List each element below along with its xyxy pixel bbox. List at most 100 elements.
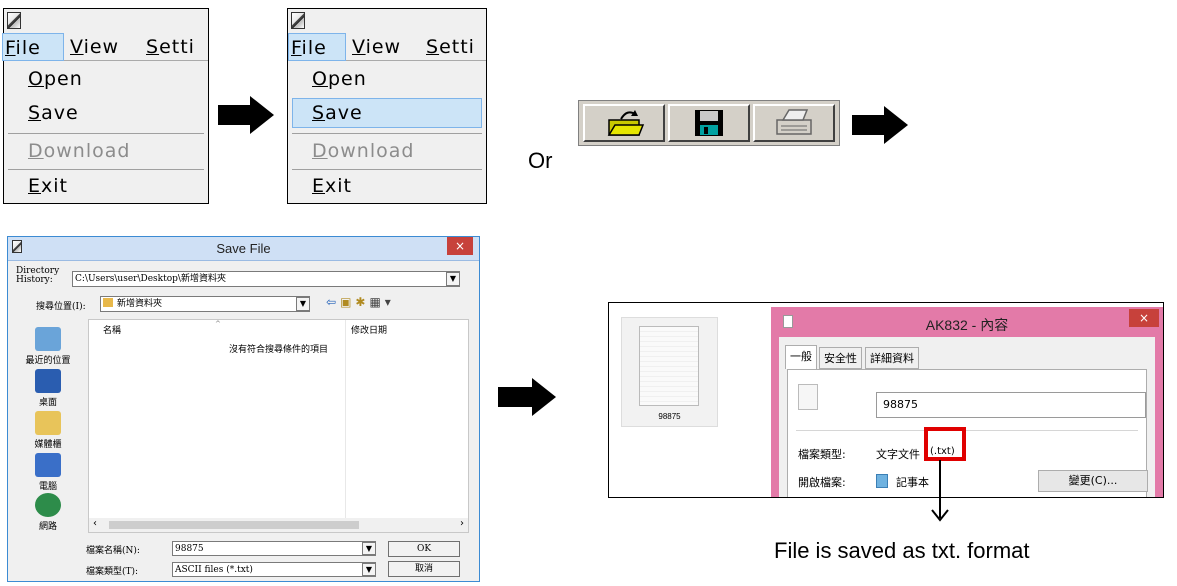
- change-button[interactable]: 變更(C)...: [1038, 470, 1148, 492]
- menu-file[interactable]: File: [288, 33, 346, 61]
- chevron-down-icon[interactable]: ▼: [362, 563, 376, 576]
- down-arrow-icon: [931, 460, 949, 522]
- menu-item-save[interactable]: Save: [312, 102, 363, 124]
- general-tab-panel: 98875 檔案類型: 文字文件 (.txt) 開啟檔案: 記事本 變更(C).…: [787, 369, 1148, 497]
- sort-indicator-icon: ^: [215, 320, 221, 328]
- menu-separator: [8, 133, 204, 134]
- scroll-right-icon[interactable]: ›: [460, 518, 464, 529]
- properties-window: AK832 - 內容 × 一般 安全性 詳細資料 98875 檔案類型: 文字文…: [771, 307, 1163, 497]
- directory-history-label: Directory History:: [16, 266, 60, 285]
- toolbar-print-button[interactable]: [753, 104, 835, 142]
- print-icon: [776, 109, 812, 135]
- file-name-input[interactable]: 98875: [876, 392, 1146, 418]
- chevron-down-icon[interactable]: ▼: [446, 272, 460, 286]
- menu-title-bar: [288, 9, 486, 33]
- column-header-modified[interactable]: 修改日期: [351, 323, 387, 336]
- dialog-title-bar: Save File ×: [8, 237, 479, 261]
- save-in-label: 搜尋位置(I):: [36, 302, 86, 312]
- desktop-icon: [35, 369, 61, 393]
- back-arrow-icon[interactable]: ⇦: [326, 295, 340, 309]
- menu-bar: File View Setti: [288, 33, 486, 61]
- menu-item-open[interactable]: Open: [312, 68, 367, 90]
- filetype-select[interactable]: ASCII files (*.txt): [172, 562, 376, 577]
- libraries-icon: [35, 411, 61, 435]
- computer-icon: [35, 453, 61, 477]
- new-folder-icon[interactable]: ✱: [355, 295, 369, 309]
- places-sidebar: 最近的位置 桌面 媒體櫃 電腦 網路: [10, 319, 86, 532]
- file-menu-window-1: File View Setti Open Save Download Exit: [2, 8, 209, 204]
- text-document-icon: [639, 326, 699, 406]
- sidebar-item-libraries[interactable]: 媒體櫃: [10, 411, 86, 450]
- menu-separator: [292, 133, 482, 134]
- dialog-close-button[interactable]: ×: [447, 237, 473, 255]
- sidebar-item-computer[interactable]: 電腦: [10, 453, 86, 492]
- scroll-left-icon[interactable]: ‹: [93, 518, 97, 529]
- dialog-title: Save File: [216, 241, 271, 256]
- right-arrow-icon: [498, 378, 556, 416]
- column-header-name[interactable]: 名稱: [103, 323, 121, 336]
- nav-toolbar: ⇦▣✱▦▾: [326, 295, 395, 309]
- highlight-callout-box: [924, 427, 966, 461]
- save-in-select[interactable]: 新增資料夾: [100, 296, 310, 312]
- recent-places-icon: [35, 327, 61, 351]
- scroll-thumb[interactable]: [109, 521, 359, 529]
- tab-general[interactable]: 一般: [785, 345, 817, 369]
- properties-close-button[interactable]: ×: [1129, 309, 1159, 327]
- save-floppy-icon: [695, 110, 723, 136]
- toolbar-open-button[interactable]: [583, 104, 665, 142]
- caption-text: File is saved as txt. format: [774, 538, 1030, 563]
- text-document-icon: [798, 384, 818, 410]
- app-logo-icon: [7, 12, 21, 29]
- properties-body: 一般 安全性 詳細資料 98875 檔案類型: 文字文件 (.txt) 開啟檔案…: [779, 337, 1155, 497]
- network-icon: [35, 493, 61, 517]
- chevron-down-icon[interactable]: ▼: [362, 542, 376, 555]
- filename-label: 檔案名稱(N):: [86, 546, 140, 556]
- sidebar-item-desktop[interactable]: 桌面: [10, 369, 86, 408]
- menu-title-bar: [4, 9, 208, 33]
- opens-with-value: 記事本: [896, 476, 929, 489]
- app-logo-icon: [291, 12, 305, 29]
- tab-details[interactable]: 詳細資料: [865, 347, 919, 369]
- chevron-down-icon[interactable]: ▼: [296, 297, 310, 311]
- ok-button[interactable]: OK: [388, 541, 460, 557]
- toolbar-save-button[interactable]: [668, 104, 750, 142]
- menu-file[interactable]: File: [2, 33, 64, 61]
- panel-divider: [796, 430, 1138, 431]
- file-dropdown: Open Save Download Exit: [4, 62, 208, 203]
- filename-input[interactable]: 98875: [172, 541, 376, 556]
- up-folder-icon[interactable]: ▣: [340, 295, 355, 309]
- file-list[interactable]: 名稱 ^ 修改日期 沒有符合搜尋條件的項目 ‹ ›: [88, 319, 469, 533]
- file-properties-screenshot: 98875 AK832 - 內容 × 一般 安全性 詳細資料 98875 檔案類…: [608, 302, 1164, 498]
- file-tile[interactable]: 98875: [621, 317, 718, 427]
- right-arrow-icon: [852, 106, 908, 144]
- open-folder-icon: [607, 110, 645, 136]
- horizontal-scrollbar[interactable]: ‹ ›: [89, 518, 468, 532]
- file-menu-window-2: File View Setti Open Save Download Exit: [287, 8, 487, 204]
- file-dropdown: Open Save Download Exit: [288, 62, 486, 203]
- notepad-icon: [876, 474, 888, 488]
- menu-separator: [8, 169, 204, 170]
- menu-settings[interactable]: Setti: [426, 33, 475, 61]
- folder-icon: [103, 298, 113, 307]
- directory-history-select[interactable]: C:\Users\user\Desktop\新增資料夾: [72, 271, 460, 287]
- menu-item-open[interactable]: Open: [28, 68, 83, 90]
- menu-view[interactable]: View: [70, 33, 119, 61]
- menu-view[interactable]: View: [352, 33, 401, 61]
- menu-separator: [292, 169, 482, 170]
- menu-settings[interactable]: Setti: [146, 33, 195, 61]
- menu-item-exit[interactable]: Exit: [28, 175, 68, 197]
- cancel-button[interactable]: 取消: [388, 561, 460, 577]
- tab-security[interactable]: 安全性: [819, 347, 862, 369]
- sidebar-item-recent[interactable]: 最近的位置: [10, 327, 86, 366]
- or-label: Or: [528, 148, 553, 173]
- sidebar-item-network[interactable]: 網路: [10, 493, 86, 532]
- save-file-dialog: Save File × Directory History: C:\Users\…: [7, 236, 480, 582]
- view-menu-icon[interactable]: ▦▾: [369, 295, 394, 309]
- menu-item-save[interactable]: Save: [28, 102, 79, 124]
- empty-list-message: 沒有符合搜尋條件的項目: [229, 345, 329, 355]
- filetype-label: 檔案類型(T):: [86, 567, 139, 577]
- menu-item-exit[interactable]: Exit: [312, 175, 352, 197]
- properties-title: AK832 - 內容: [925, 317, 1009, 333]
- properties-title-bar: AK832 - 內容 ×: [771, 307, 1163, 337]
- file-toolbar: [578, 100, 840, 146]
